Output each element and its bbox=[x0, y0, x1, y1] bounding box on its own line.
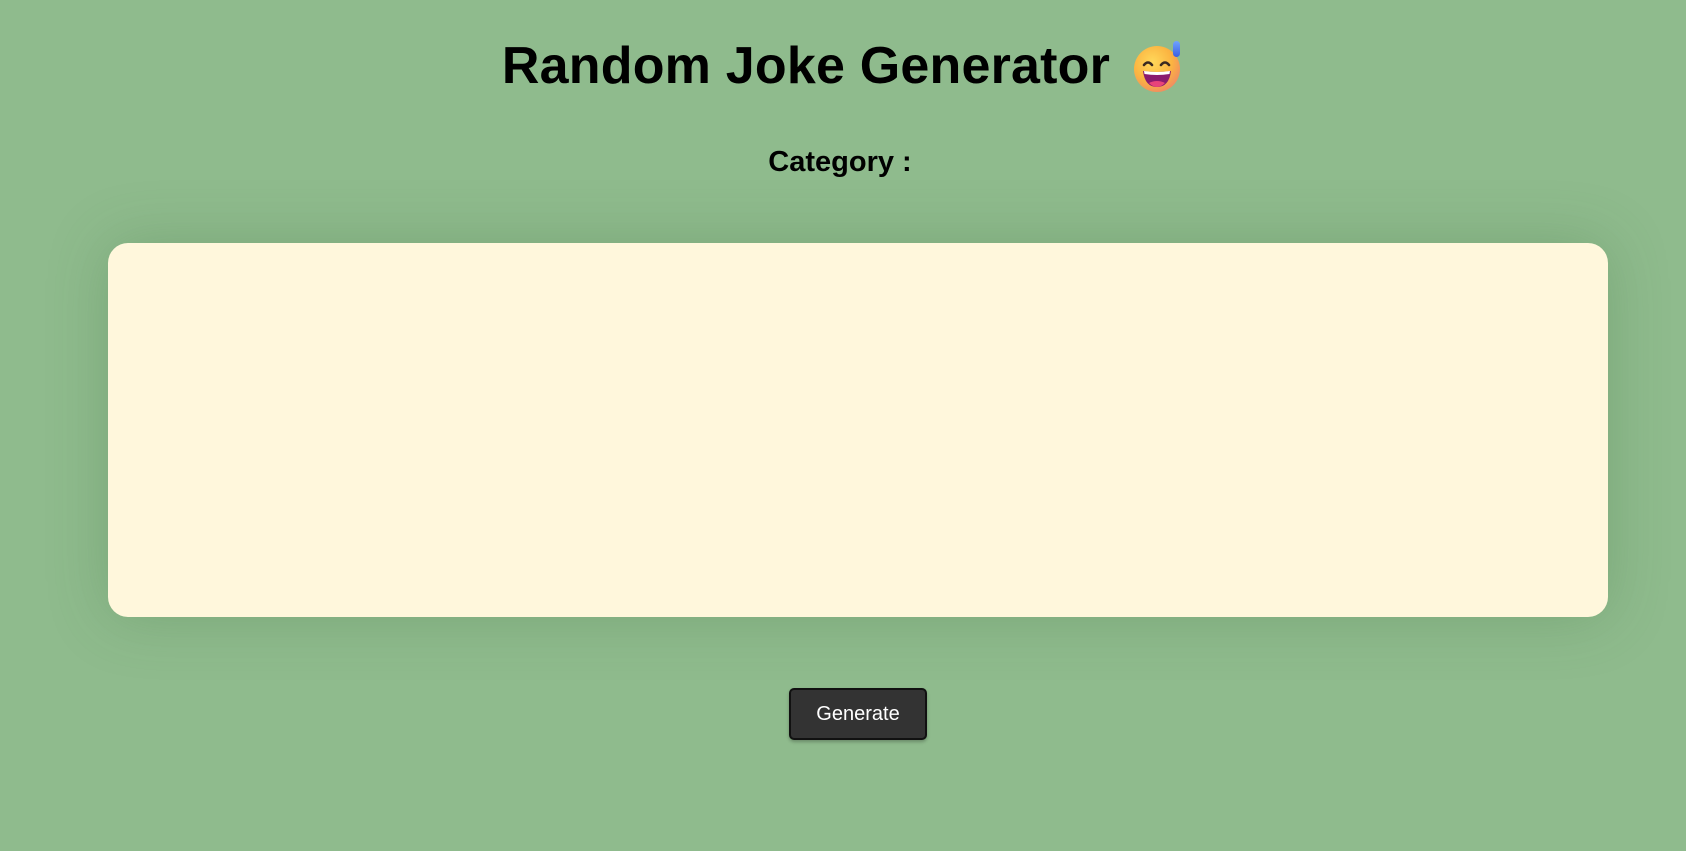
page-title: Random Joke Generator bbox=[501, 37, 1111, 95]
generate-button[interactable]: Generate bbox=[789, 688, 927, 740]
header: Random Joke Generator bbox=[0, 36, 1686, 96]
category-row: Category : bbox=[0, 144, 1686, 180]
grinning-face-with-sweat-icon bbox=[1132, 41, 1184, 93]
app-page: Random Joke Generator Category: Generat… bbox=[0, 0, 1686, 851]
joke-display-card bbox=[108, 243, 1608, 617]
category-label: Category : bbox=[768, 146, 912, 178]
